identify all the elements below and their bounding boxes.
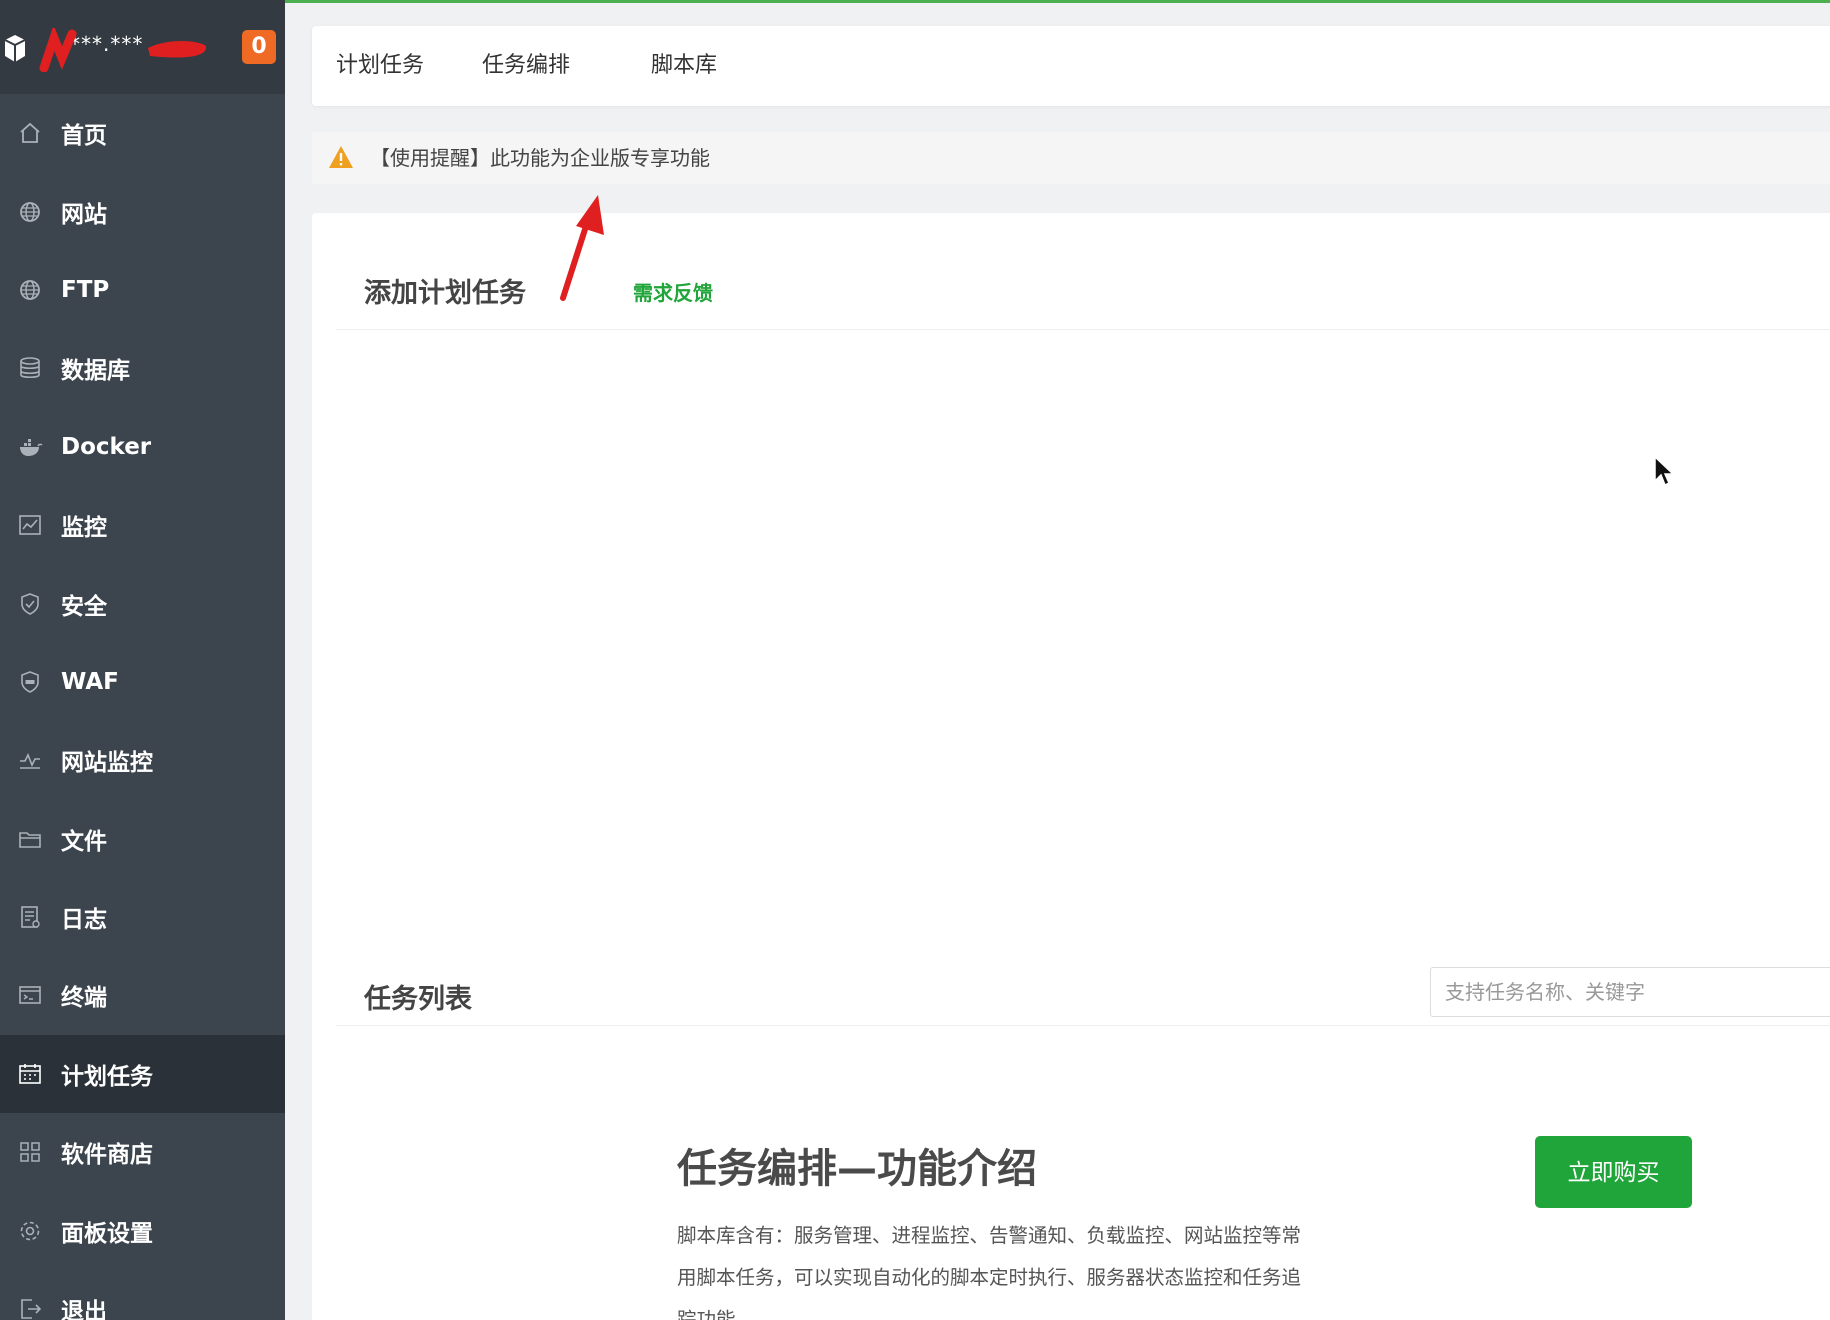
sidebar-item-ftp[interactable]: FTP xyxy=(0,251,285,329)
progress-line xyxy=(285,0,1830,3)
sidebar-item-label: 日志 xyxy=(61,907,107,934)
grid-icon xyxy=(17,1139,43,1165)
sidebar-item-label: 面板设置 xyxy=(61,1220,153,1247)
sidebar-item-home[interactable]: 首页 xyxy=(0,94,285,172)
tab-task-orchestration[interactable]: 任务编排 xyxy=(482,26,570,106)
sidebar-item-terminal[interactable]: 终端 xyxy=(0,956,285,1034)
intro-title: 任务编排—功能介绍 xyxy=(677,1146,1037,1192)
pulse-icon xyxy=(17,747,43,773)
sidebar-item-label: 网站监控 xyxy=(61,750,153,777)
enterprise-notice: 【使用提醒】此功能为企业版专享功能 xyxy=(312,132,1830,184)
sidebar-item-logout[interactable]: 退出 xyxy=(0,1270,285,1320)
mouse-pointer-icon xyxy=(1654,455,1675,487)
sidebar: ***.*** 0 首页 网站 FTP 数据库 Docker 监控 安全 WAF… xyxy=(0,0,285,1320)
sidebar-item-label: 计划任务 xyxy=(61,1063,153,1090)
feedback-link[interactable]: 需求反馈 xyxy=(633,277,713,306)
intro-description: 脚本库含有：服务管理、进程监控、告警通知、负载监控、网站监控等常用脚本任务，可以… xyxy=(677,1224,1302,1320)
home-icon xyxy=(17,120,43,146)
sidebar-item-label: FTP xyxy=(61,276,110,303)
monitor-icon xyxy=(17,512,43,538)
sidebar-item-database[interactable]: 数据库 xyxy=(0,329,285,407)
sidebar-item-label: 终端 xyxy=(61,985,107,1012)
gear-icon xyxy=(17,1218,43,1244)
sidebar-item-site-monitor[interactable]: 网站监控 xyxy=(0,721,285,799)
sidebar-item-logs[interactable]: 日志 xyxy=(0,878,285,956)
shield-icon xyxy=(17,591,43,617)
sidebar-nav: 首页 网站 FTP 数据库 Docker 监控 安全 WAF 网站监控 文件 日… xyxy=(0,94,285,1320)
main-content: 计划任务 任务编排 脚本库 【使用提醒】此功能为企业版专享功能 添加计划任务 需… xyxy=(285,0,1830,1320)
annotation-arrow-icon xyxy=(560,195,604,301)
add-task-title: 添加计划任务 xyxy=(364,278,526,309)
calendar-icon xyxy=(17,1061,43,1087)
sidebar-item-label: 数据库 xyxy=(61,358,130,385)
sidebar-item-website[interactable]: 网站 xyxy=(0,172,285,250)
logout-icon xyxy=(17,1296,43,1320)
sidebar-item-waf[interactable]: WAF xyxy=(0,643,285,721)
tab-cron-tasks[interactable]: 计划任务 xyxy=(336,26,424,106)
tab-script-library[interactable]: 脚本库 xyxy=(651,26,717,106)
globe-icon xyxy=(17,277,43,303)
waf-shield-icon xyxy=(17,669,43,695)
brand-bar: ***.*** 0 xyxy=(0,0,285,94)
sidebar-item-settings[interactable]: 面板设置 xyxy=(0,1191,285,1269)
task-list-header: 任务列表 xyxy=(336,935,1830,1026)
sidebar-item-docker[interactable]: Docker xyxy=(0,408,285,486)
logo-icon xyxy=(4,35,26,62)
sidebar-item-label: 退出 xyxy=(61,1299,107,1320)
task-search-input[interactable] xyxy=(1430,967,1830,1017)
sidebar-item-label: 软件商店 xyxy=(61,1142,153,1169)
warning-icon xyxy=(329,146,353,168)
sidebar-item-monitor[interactable]: 监控 xyxy=(0,486,285,564)
app-window: ***.*** 0 首页 网站 FTP 数据库 Docker 监控 安全 WAF… xyxy=(0,0,1830,1320)
notification-badge[interactable]: 0 xyxy=(242,30,276,64)
sidebar-item-security[interactable]: 安全 xyxy=(0,564,285,642)
sidebar-item-label: 文件 xyxy=(61,828,107,855)
folder-icon xyxy=(17,826,43,852)
sidebar-item-label: WAF xyxy=(61,668,119,695)
sidebar-item-label: 监控 xyxy=(61,515,107,542)
database-icon xyxy=(17,355,43,381)
sidebar-item-label: 首页 xyxy=(61,123,107,150)
tab-bar: 计划任务 任务编排 脚本库 xyxy=(312,26,1830,106)
redaction-mark xyxy=(39,28,207,72)
terminal-icon xyxy=(17,982,43,1008)
log-icon xyxy=(17,904,43,930)
sidebar-item-cron[interactable]: 计划任务 xyxy=(0,1034,285,1114)
task-list-title: 任务列表 xyxy=(364,984,472,1015)
buy-now-button[interactable]: 立即购买 xyxy=(1535,1136,1692,1208)
globe-icon xyxy=(17,199,43,225)
sidebar-item-app-store[interactable]: 软件商店 xyxy=(0,1113,285,1191)
notice-text: 【使用提醒】此功能为企业版专享功能 xyxy=(370,146,710,170)
docker-icon xyxy=(17,434,43,460)
sidebar-item-label: 网站 xyxy=(61,201,107,228)
sidebar-item-files[interactable]: 文件 xyxy=(0,800,285,878)
sidebar-item-label: 安全 xyxy=(61,593,107,620)
sidebar-item-label: Docker xyxy=(61,433,152,460)
